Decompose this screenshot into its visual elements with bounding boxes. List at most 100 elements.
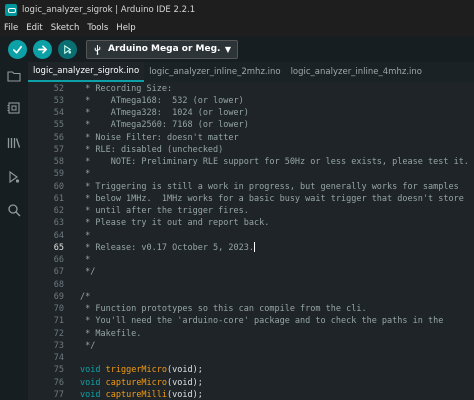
code-text: */ — [80, 340, 95, 352]
comment-text: * Recording Size: — [80, 83, 173, 94]
code-line[interactable]: 56 * Noise Filter: doesn't matter — [28, 132, 474, 144]
code-line[interactable]: 76 void captureMicro(void); — [28, 377, 474, 389]
line-number: 67 — [53, 267, 64, 278]
line-number: 77 — [53, 389, 64, 400]
code-line[interactable]: 55 * ATmega2560: 7168 (or lower) — [28, 119, 474, 131]
code-line[interactable]: 60 * Triggering is still a work in progr… — [28, 181, 474, 193]
function-name: captureMicro — [105, 377, 168, 388]
code-text: * NOTE: Preliminary RLE support for 50Hz… — [80, 156, 469, 168]
line-number: 63 — [53, 218, 64, 229]
code-line[interactable]: 65 * Release: v0.17 October 5, 2023. — [28, 242, 474, 254]
line-number: 72 — [53, 328, 64, 339]
library-icon — [7, 138, 21, 148]
verify-button[interactable] — [8, 39, 27, 59]
comment-text: * NOTE: Preliminary RLE support for 50Hz… — [80, 157, 469, 167]
debug-icon — [64, 44, 72, 54]
line-number: 66 — [53, 255, 64, 265]
code-line[interactable]: 67 */ — [28, 266, 474, 278]
search-button[interactable] — [7, 203, 21, 217]
library-manager-button[interactable] — [7, 136, 21, 150]
code-text: * Release: v0.17 October 5, 2023. — [80, 242, 255, 254]
comment-text: * — [80, 169, 91, 180]
code-line[interactable]: 64 * — [28, 230, 474, 242]
code-line[interactable]: 62 * until after the trigger fires. — [28, 205, 474, 217]
keyword: void — [80, 389, 101, 400]
menu-edit[interactable]: Edit — [26, 23, 42, 33]
window-title: logic_analyzer_sigrok | Arduino IDE 2.2.… — [22, 5, 196, 15]
code-text: * until after the trigger fires. — [80, 205, 249, 217]
code-line[interactable]: 58 * NOTE: Preliminary RLE support for 5… — [28, 156, 474, 168]
code-text: * RLE: disabled (unchecked) — [80, 144, 223, 156]
tab-logic-analyzer-inline-2mhz[interactable]: logic_analyzer_inline_2mhz.ino — [144, 62, 285, 82]
code-line[interactable]: 75 void triggerMicro(void); — [28, 364, 474, 376]
board-manager-icon — [7, 102, 20, 114]
keyword: void — [80, 365, 101, 376]
code-line[interactable]: 63 * Please try it out and report back. — [28, 217, 474, 229]
code-text: * Noise Filter: doesn't matter — [80, 132, 239, 144]
comment-text: * Please try it out and report back. — [80, 218, 270, 229]
keyword: void — [80, 377, 101, 388]
code-text: void triggerMicro(void); — [80, 364, 203, 376]
upload-button[interactable] — [33, 39, 52, 59]
code-line[interactable]: 52 * Recording Size: — [28, 83, 474, 95]
code-line[interactable]: 72 * Makefile. — [28, 328, 474, 340]
code-text: * ATmega2560: 7168 (or lower) — [80, 119, 249, 131]
code-line[interactable]: 69 /* — [28, 291, 474, 303]
code-text: */ — [80, 266, 95, 278]
function-name: captureMilli — [105, 389, 168, 400]
menu-sketch[interactable]: Sketch — [51, 23, 80, 33]
tab-logic-analyzer-sigrok[interactable]: logic_analyzer_sigrok.ino — [28, 62, 145, 82]
debug-icon — [9, 170, 20, 184]
comment-text: * ATmega2560: 7168 (or lower) — [80, 120, 249, 131]
code-text: * ATmega168: 532 (or lower) — [80, 95, 244, 107]
code-editor[interactable]: 52 * Recording Size: 53 * ATmega168: 532 … — [28, 82, 474, 400]
comment-text: * ATmega168: 532 (or lower) — [80, 95, 244, 106]
code-line[interactable]: 54 * ATmega328: 1024 (or lower) — [28, 107, 474, 119]
code-line[interactable]: 70 * Function prototypes so this can com… — [28, 303, 474, 315]
comment-text: * until after the trigger fires. — [80, 206, 249, 216]
comment-text: */ — [80, 340, 96, 351]
board-selector[interactable]: Arduino Mega or Meg... ▼ — [86, 39, 238, 59]
code-line[interactable]: 71 * You'll need the 'arduino-core' pack… — [28, 315, 474, 327]
code-text: * Triggering is still a work in progress… — [80, 181, 459, 193]
board-name: Arduino Mega or Meg... — [108, 44, 221, 54]
function-name: triggerMicro — [105, 365, 168, 376]
menu-file[interactable]: File — [4, 23, 18, 33]
sketchbook-button[interactable] — [7, 69, 21, 83]
search-icon — [8, 204, 21, 217]
line-number: 56 — [53, 132, 64, 143]
comment-text: * Makefile. — [80, 328, 142, 339]
code-line[interactable]: 57 * RLE: disabled (unchecked) — [28, 144, 474, 156]
tab-logic-analyzer-inline-4mhz[interactable]: logic_analyzer_inline_4mhz.ino — [286, 62, 427, 82]
comment-text: * Noise Filter: doesn't matter — [80, 132, 239, 143]
code-line[interactable]: 68 — [28, 279, 474, 291]
line-number: 53 — [53, 95, 64, 106]
code-line[interactable]: 53 * ATmega168: 532 (or lower) — [28, 95, 474, 107]
boards-manager-button[interactable] — [7, 101, 21, 115]
code-line[interactable]: 59 * — [28, 168, 474, 180]
menu-help[interactable]: Help — [116, 23, 135, 33]
line-number: 62 — [53, 206, 64, 216]
line-number: 68 — [53, 279, 64, 290]
line-number: 55 — [53, 120, 64, 131]
code-line[interactable]: 66 * — [28, 254, 474, 266]
activity-sidebar — [0, 62, 28, 400]
code-line[interactable]: 74 — [28, 352, 474, 364]
comment-text: * Triggering is still a work in progress… — [80, 181, 459, 192]
debug-button[interactable] — [58, 39, 77, 59]
debugger-button[interactable] — [7, 170, 21, 184]
code-line[interactable]: 61 * below 1MHz. 1MHz works for a basic … — [28, 193, 474, 205]
code-line[interactable]: 77 void captureMilli(void); — [28, 389, 474, 400]
code-text: * Function prototypes so this can compil… — [80, 303, 366, 315]
line-number: 59 — [53, 169, 64, 180]
line-number: 58 — [53, 157, 64, 167]
code-text: * Please try it out and report back. — [80, 217, 269, 229]
line-number: 75 — [53, 365, 64, 376]
menu-tools[interactable]: Tools — [87, 23, 108, 33]
code-text: * — [80, 230, 90, 242]
code-text: * below 1MHz. 1MHz works for a basic bus… — [80, 193, 464, 205]
line-number: 60 — [53, 181, 64, 192]
code-line[interactable]: 73 */ — [28, 340, 474, 352]
comment-text: * — [80, 230, 91, 241]
line-number: 73 — [53, 340, 64, 351]
